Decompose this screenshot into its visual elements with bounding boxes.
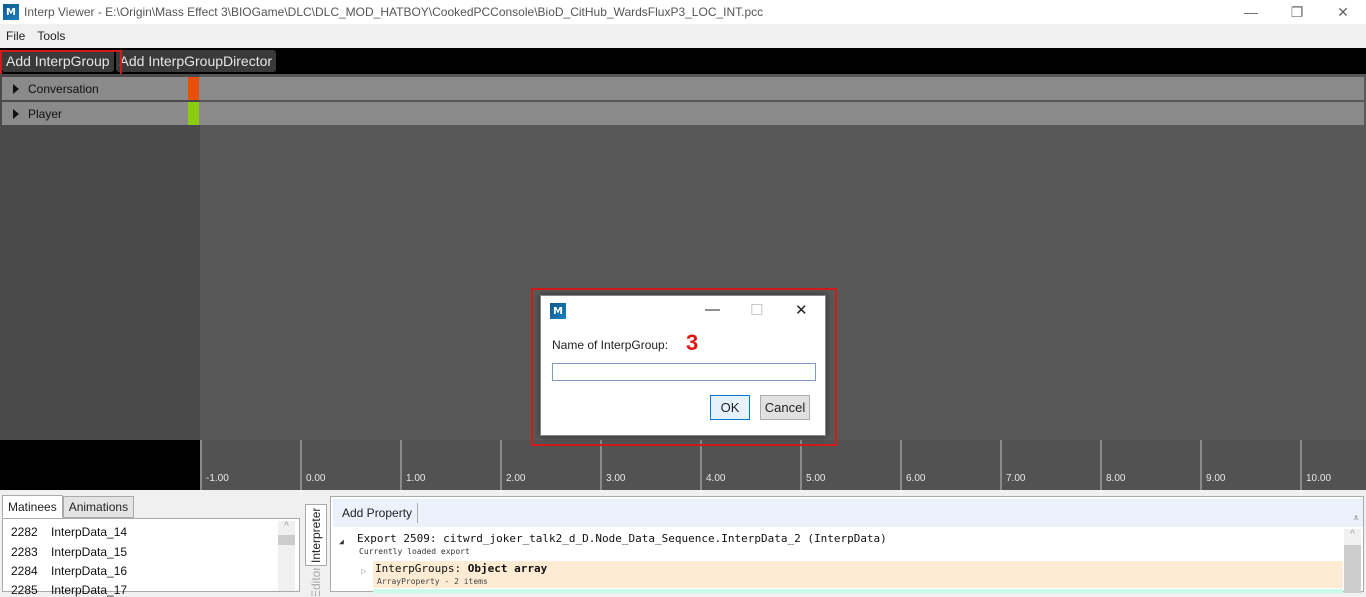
list-item[interactable]: 2283 InterpData_15 (11, 545, 127, 559)
timeline-tick: 9.00 (1200, 440, 1300, 490)
scroll-up-icon[interactable]: ^ (1344, 529, 1361, 545)
tick-label: 6.00 (906, 473, 926, 484)
tick-label: 3.00 (606, 473, 626, 484)
tick-label: 1.00 (406, 473, 426, 484)
matinee-index: 2282 (11, 525, 38, 539)
menu-bar: File Tools (0, 24, 1366, 48)
track-label: Conversation (28, 81, 99, 96)
track-color-conversation (188, 77, 199, 100)
tick-label: 0.00 (306, 473, 326, 484)
tab-interpreter[interactable]: Interpreter (305, 504, 327, 566)
tab-matinees[interactable]: Matinees (2, 495, 63, 518)
matinee-index: 2285 (11, 583, 38, 597)
timeline-tick: 7.00 (1000, 440, 1100, 490)
timeline-tick: 0.00 (300, 440, 400, 490)
timeline-tick: 10.00 (1300, 440, 1366, 490)
matinee-tabs: Matinees Animations (2, 495, 135, 518)
annotation-step-3: 3 (686, 330, 699, 355)
timeline-ruler[interactable]: -1.00 0.00 1.00 2.00 3.00 4.00 5.00 6.00 7.00 8.0… (200, 440, 1366, 490)
highlight-add-interpgroup (0, 50, 122, 76)
timeline-tick: 2.00 (500, 440, 600, 490)
timeline: -1.00 0.00 1.00 2.00 3.00 4.00 5.00 6.00 7.00 8.0… (0, 440, 1366, 490)
track-row-conversation[interactable]: Conversation (2, 77, 1364, 100)
track-list-background (0, 74, 200, 440)
property-type: ArrayProperty - 2 items (377, 577, 488, 586)
toolbar-overflow-icon[interactable]: ⩡ (1353, 513, 1359, 524)
title-bar: M Interp Viewer - E:\Origin\Mass Effect … (0, 0, 1366, 24)
list-item[interactable]: 2284 InterpData_16 (11, 564, 127, 578)
timeline-tick: -1.00 (200, 440, 300, 490)
timeline-tick: 3.00 (600, 440, 700, 490)
track-color-player (188, 102, 199, 125)
property-row-next[interactable] (373, 589, 1343, 593)
scrollbar-thumb[interactable] (278, 535, 295, 545)
timeline-tick: 5.00 (800, 440, 900, 490)
export-header[interactable]: Export 2509: citwrd_joker_talk2_d_D.Node… (357, 532, 887, 545)
app-logo-icon: M (3, 4, 19, 20)
timeline-tick: 8.00 (1100, 440, 1200, 490)
expand-arrow-icon[interactable]: ▷ (361, 567, 366, 577)
matinee-index: 2283 (11, 545, 38, 559)
interpreter-panel: Add Property ⩡ ◢ Export 2509: citwrd_jok… (330, 496, 1364, 593)
scrollbar-thumb[interactable] (1344, 545, 1361, 593)
matinee-index: 2284 (11, 564, 38, 578)
menu-tools[interactable]: Tools (31, 29, 71, 43)
tab-animations[interactable]: Animations (62, 496, 135, 518)
tick-label: 5.00 (806, 473, 826, 484)
dialog-maximize-button: ☐ (750, 302, 764, 319)
list-item[interactable]: 2282 InterpData_14 (11, 525, 127, 539)
dialog-minimize-button[interactable]: — (705, 301, 720, 318)
timeline-tick: 4.00 (700, 440, 800, 490)
property-row-interpgroups[interactable]: InterpGroups: Object array ArrayProperty… (373, 561, 1343, 588)
cancel-button[interactable]: Cancel (760, 395, 810, 420)
export-subtitle: Currently loaded export (359, 547, 470, 556)
close-button[interactable]: ✕ (1320, 0, 1366, 24)
ok-button[interactable]: OK (710, 395, 750, 420)
tick-label: -1.00 (206, 473, 229, 484)
property-value: Object array (467, 562, 548, 575)
track-row-player[interactable]: Player (2, 102, 1364, 125)
interpgroup-name-input[interactable] (552, 363, 816, 381)
matinee-name: InterpData_14 (51, 525, 128, 539)
menu-file[interactable]: File (0, 29, 31, 43)
matinee-list: 2282 InterpData_14 2283 InterpData_15 22… (2, 518, 300, 597)
scroll-up-icon[interactable]: ^ (278, 521, 295, 535)
tick-label: 9.00 (1206, 473, 1226, 484)
expand-arrow-icon[interactable] (13, 108, 19, 119)
track-label: Player (28, 106, 63, 121)
expand-arrow-icon[interactable] (13, 83, 19, 94)
bottom-panel: Matinees Animations 2282 InterpData_14 2… (0, 490, 1366, 597)
add-interpgroupdirector-button[interactable]: Add InterpGroupDirector (115, 50, 277, 72)
dialog-prompt-label: Name of InterpGroup: (552, 338, 669, 352)
window-title: Interp Viewer - E:\Origin\Mass Effect 3\… (24, 5, 764, 19)
toolbar: Add InterpGroup Add InterpGroupDirector (0, 48, 1366, 74)
matinee-list-scrollbar[interactable]: ^ (278, 521, 295, 591)
tick-label: 4.00 (706, 473, 726, 484)
app-logo-icon: M (550, 303, 566, 319)
restore-button[interactable]: ❐ (1274, 0, 1320, 24)
tick-label: 10.00 (1306, 473, 1332, 484)
side-tabs: Interpreter Editor (305, 496, 327, 596)
property-name: InterpGroups: (375, 562, 462, 575)
list-item[interactable]: 2285 InterpData_17 (11, 583, 127, 597)
interpreter-toolbar: Add Property ⩡ (333, 499, 1363, 527)
tick-label: 2.00 (506, 473, 526, 484)
collapse-arrow-icon[interactable]: ◢ (339, 537, 344, 546)
property-tree: ◢ Export 2509: citwrd_joker_talk2_d_D.No… (333, 529, 1345, 593)
minimize-button[interactable]: — (1228, 0, 1274, 24)
timeline-tick: 6.00 (900, 440, 1000, 490)
tick-label: 7.00 (1006, 473, 1026, 484)
timeline-tick: 1.00 (400, 440, 500, 490)
matinee-name: InterpData_15 (51, 545, 128, 559)
dialog-close-button[interactable]: ✕ (795, 301, 808, 319)
matinee-name: InterpData_17 (51, 583, 128, 597)
add-property-button[interactable]: Add Property (337, 503, 419, 523)
matinee-name: InterpData_16 (51, 564, 128, 578)
name-interpgroup-dialog: M — ☐ ✕ Name of InterpGroup: 3 OK Cancel (540, 295, 826, 436)
tick-label: 8.00 (1106, 473, 1126, 484)
property-tree-scrollbar[interactable]: ^ (1344, 529, 1361, 593)
